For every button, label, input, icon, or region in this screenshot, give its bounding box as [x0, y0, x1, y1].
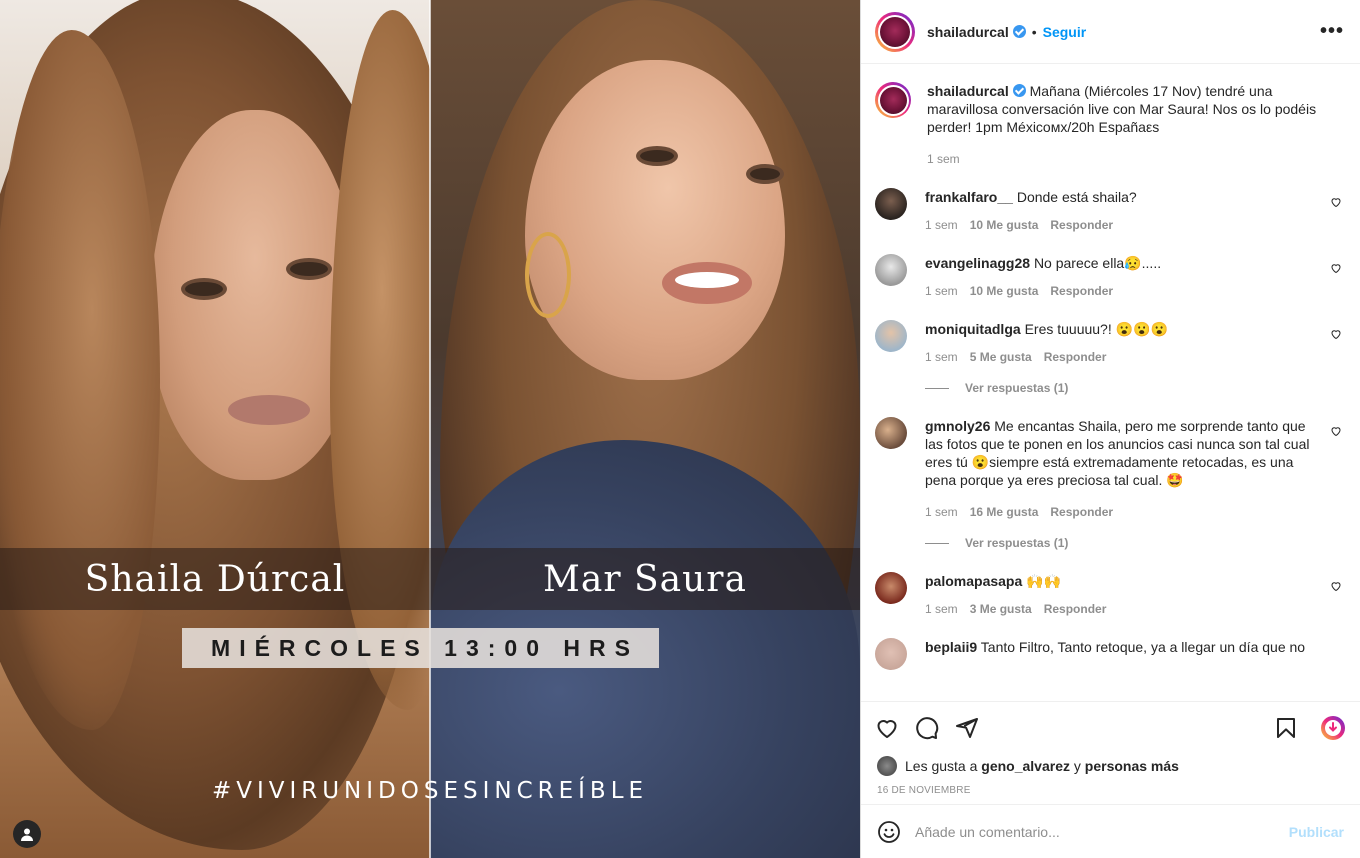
user-tag-icon[interactable]	[13, 820, 41, 848]
heart-icon[interactable]	[1330, 580, 1342, 592]
photo-divider	[429, 0, 431, 858]
comment-item: gmnoly26 Me encantas Shaila, pero me sor…	[875, 417, 1344, 519]
comment-input[interactable]	[915, 823, 1289, 840]
caption: shailadurcal Mañana (Miércoles 17 Nov) t…	[875, 82, 1344, 166]
comment-text: 🙌🙌	[1026, 573, 1062, 589]
comment-username[interactable]: gmnoly26	[925, 418, 990, 434]
author-username[interactable]: shailadurcal	[927, 24, 1009, 40]
reply-button[interactable]: Responder	[1044, 350, 1107, 364]
heart-icon[interactable]	[1330, 425, 1342, 437]
post-header: shailadurcal • Seguir •••	[861, 0, 1360, 64]
event-time: MIÉRCOLES 13:00 HRS	[211, 634, 639, 661]
hashtag-overlay: #VIVIRUNIDOSESINCREÍBLE	[0, 778, 860, 804]
share-icon[interactable]	[955, 716, 979, 740]
comment-composer: Publicar	[861, 804, 1360, 858]
likes-others[interactable]: personas más	[1085, 758, 1179, 774]
comment-text: Tanto Filtro, Tanto retoque, ya a llegar…	[980, 639, 1306, 655]
heart-icon[interactable]	[1330, 262, 1342, 274]
comment-text: No parece ella😥.....	[1033, 255, 1162, 271]
comment-likes[interactable]: 10 Me gusta	[970, 284, 1039, 298]
event-time-band: MIÉRCOLES 13:00 HRS	[182, 628, 659, 668]
caption-username[interactable]: shailadurcal	[927, 83, 1009, 99]
comment-icon[interactable]	[915, 716, 939, 740]
heart-icon[interactable]	[1330, 328, 1342, 340]
post-actions	[861, 701, 1360, 753]
view-replies-button[interactable]: Ver respuestas (1)	[925, 381, 1344, 395]
reply-button[interactable]: Responder	[1050, 505, 1113, 519]
caption-avatar[interactable]	[875, 82, 911, 118]
post-media[interactable]: Shaila Dúrcal Mar Saura MIÉRCOLES 13:00 …	[0, 0, 860, 858]
comment-time[interactable]: 1 sem	[925, 505, 958, 519]
instagram-post-modal: Shaila Dúrcal Mar Saura MIÉRCOLES 13:00 …	[0, 0, 1360, 858]
comment-item: evangelinagg28 No parece ella😥..... 1 se…	[875, 254, 1344, 298]
comment-username[interactable]: frankalfaro__	[925, 189, 1013, 205]
comment-username[interactable]: beplaii9	[925, 639, 977, 655]
reply-button[interactable]: Responder	[1050, 284, 1113, 298]
comment-username[interactable]: moniquitadlga	[925, 321, 1021, 337]
comment-likes[interactable]: 5 Me gusta	[970, 350, 1032, 364]
comment-likes[interactable]: 10 Me gusta	[970, 218, 1039, 232]
liker-username[interactable]: geno_alvarez	[981, 758, 1070, 774]
header-separator: •	[1031, 23, 1037, 40]
comment-text: Donde está shaila?	[1016, 189, 1137, 205]
name-band-left: Shaila Dúrcal	[0, 548, 430, 610]
comments-list[interactable]: shailadurcal Mañana (Miércoles 17 Nov) t…	[861, 64, 1360, 701]
post-date-text: 16 DE NOVIEMBRE	[877, 784, 971, 796]
publish-button[interactable]: Publicar	[1289, 824, 1344, 840]
smile-icon[interactable]	[877, 820, 901, 844]
download-icon[interactable]	[1320, 715, 1346, 741]
comment-username[interactable]: evangelinagg28	[925, 255, 1030, 271]
comment-time[interactable]: 1 sem	[925, 602, 958, 616]
comment-item: palomapasapa 🙌🙌 1 sem 3 Me gusta Respond…	[875, 572, 1344, 616]
reply-button[interactable]: Responder	[1050, 218, 1113, 232]
comment-avatar[interactable]	[875, 188, 907, 220]
reply-button[interactable]: Responder	[1044, 602, 1107, 616]
caption-time[interactable]: 1 sem	[927, 152, 960, 166]
comment-time[interactable]: 1 sem	[925, 218, 958, 232]
comment-time[interactable]: 1 sem	[925, 350, 958, 364]
view-replies-label: Ver respuestas (1)	[965, 536, 1069, 550]
like-heart-icon[interactable]	[875, 716, 899, 740]
view-replies-button[interactable]: Ver respuestas (1)	[925, 536, 1344, 550]
verified-icon	[1012, 25, 1026, 38]
comment-username[interactable]: palomapasapa	[925, 573, 1022, 589]
photo-shaila	[0, 0, 430, 858]
replies-line	[925, 542, 949, 544]
comment-avatar[interactable]	[875, 254, 907, 286]
comment-time[interactable]: 1 sem	[925, 284, 958, 298]
view-replies-label: Ver respuestas (1)	[965, 381, 1069, 395]
comment-likes[interactable]: 3 Me gusta	[970, 602, 1032, 616]
post-date[interactable]: 16 DE NOVIEMBRE	[861, 779, 1360, 801]
heart-icon[interactable]	[1330, 196, 1342, 208]
comment-avatar[interactable]	[875, 638, 907, 670]
comment-item: beplaii9 Tanto Filtro, Tanto retoque, ya…	[875, 638, 1344, 670]
guest-name-left: Shaila Dúrcal	[84, 558, 346, 600]
photo-mar	[430, 0, 860, 858]
hashtag-text: #VIVIRUNIDOSESINCREÍBLE	[211, 778, 649, 804]
comment-avatar[interactable]	[875, 417, 907, 449]
comment-likes[interactable]: 16 Me gusta	[970, 505, 1039, 519]
likes-summary: Les gusta a geno_alvarez y personas más	[861, 753, 1360, 779]
comment-item: moniquitadlga Eres tuuuuu?! 😮😮😮 1 sem 5 …	[875, 320, 1344, 364]
comment-avatar[interactable]	[875, 572, 907, 604]
verified-icon	[1012, 84, 1026, 97]
guest-name-right: Mar Saura	[543, 558, 747, 600]
likes-prefix: Les gusta a	[905, 758, 978, 774]
comment-text: Eres tuuuuu?! 😮😮😮	[1024, 321, 1168, 337]
replies-line	[925, 387, 949, 389]
more-icon[interactable]: •••	[1320, 20, 1344, 43]
name-band-right: Mar Saura	[430, 548, 860, 610]
comment-item: frankalfaro__ Donde está shaila? 1 sem 1…	[875, 188, 1344, 232]
post-sidebar: shailadurcal • Seguir ••• shailadurcal M…	[860, 0, 1360, 858]
follow-button[interactable]: Seguir	[1043, 24, 1087, 40]
liker-avatar[interactable]	[877, 756, 897, 776]
bookmark-icon[interactable]	[1274, 716, 1298, 740]
likes-conj: y	[1073, 758, 1081, 774]
author-avatar[interactable]	[875, 11, 915, 52]
comment-avatar[interactable]	[875, 320, 907, 352]
